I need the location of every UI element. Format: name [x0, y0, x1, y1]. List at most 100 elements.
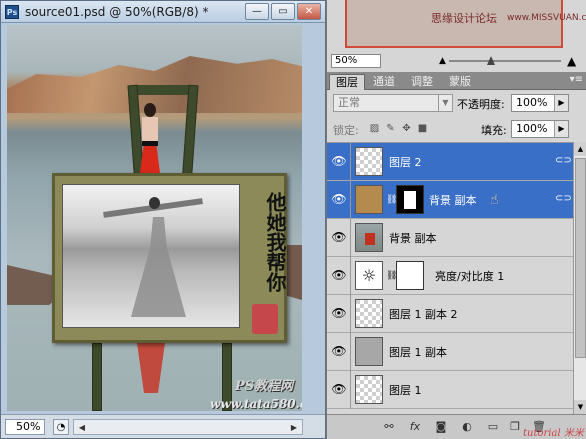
status-info-icon[interactable]: ◔ — [53, 419, 69, 435]
fill-label: 填充: — [481, 124, 507, 137]
eye-icon[interactable]: 👁 — [331, 192, 347, 206]
navigator-watermark: 思缘设计论坛 — [431, 12, 497, 25]
picture-frame: 他她我帮你 — [52, 173, 287, 343]
layer-thumbnail — [355, 299, 383, 328]
layer-name: 背景 副本 — [429, 194, 477, 207]
blend-row: 正常 ▼ 不透明度: 100% ▶ — [327, 92, 586, 114]
image-canvas[interactable]: 他她我帮你 PS教程网 www.tata580.com — [7, 25, 302, 411]
fx-icon[interactable]: fx — [407, 420, 423, 434]
panel-menu-icon[interactable]: ▾≡ — [570, 74, 583, 85]
zoom-field[interactable]: 50% — [5, 419, 45, 435]
restore-button[interactable]: ▭ — [271, 3, 295, 20]
right-panel: 思缘设计论坛 www.MISSVUAN.com 50% ▲ ▲ 图层 通道 调整… — [326, 0, 586, 439]
watermark-url: www.tata580.com — [210, 397, 302, 411]
fill-field[interactable]: 100% ▶ — [511, 120, 569, 138]
link-layers-icon[interactable]: ⚯ — [381, 420, 397, 434]
eye-icon[interactable]: 👁 — [331, 230, 347, 244]
tab-adjustments[interactable]: 调整 — [405, 74, 439, 90]
easel-leg-bottom-left — [92, 343, 102, 411]
layer-name: 图层 2 — [389, 156, 422, 169]
navigator-zoom-row: 50% ▲ ▲ — [327, 52, 586, 70]
layer-row[interactable]: 👁 图层 1 — [327, 371, 573, 409]
layer-thumbnail — [355, 185, 383, 214]
layer-thumbnail — [355, 147, 383, 176]
layer-row[interactable]: 👁 ☼ ⛓ 亮度/对比度 1 — [327, 257, 573, 295]
eye-icon[interactable]: 👁 — [331, 344, 347, 358]
layer-name: 图层 1 副本 2 — [389, 308, 458, 321]
layer-row[interactable]: 👁 背景 副本 — [327, 219, 573, 257]
scroll-right-icon[interactable]: ▶ — [286, 420, 302, 434]
lock-transparency-icon[interactable]: ▨ — [369, 123, 380, 134]
document-titlebar[interactable]: Ps source01.psd @ 50%(RGB/8) * — ▭ ✕ — [1, 1, 325, 23]
eye-icon[interactable]: 👁 — [331, 306, 347, 320]
adjustment-layer-icon[interactable]: ◐ — [459, 420, 475, 434]
scroll-thumb[interactable] — [575, 158, 586, 358]
lock-all-icon[interactable]: ■ — [417, 123, 428, 134]
horizontal-scrollbar[interactable]: ◀ ▶ — [73, 419, 303, 435]
close-button[interactable]: ✕ — [297, 3, 321, 20]
layers-bottom-toolbar: ⚯ fx ◙ ◐ ▭ ❐ 🗑 tutorial 米米 — [327, 414, 586, 439]
blend-mode-select[interactable]: 正常 ▼ — [333, 94, 453, 112]
layer-row[interactable]: 👁 图层 2 ⊂⊃ — [327, 143, 573, 181]
lock-row: 锁定: ▨ ✎ ✥ ■ 填充: 100% ▶ — [327, 118, 586, 140]
lock-move-icon[interactable]: ✥ — [401, 123, 412, 134]
zoom-slider[interactable] — [449, 60, 561, 62]
layer-row[interactable]: 👁 图层 1 副本 — [327, 333, 573, 371]
layer-mask-thumbnail[interactable] — [396, 261, 424, 290]
easel-top-bar — [134, 85, 194, 95]
scroll-up-icon[interactable]: ▲ — [574, 142, 586, 156]
link-icon: ⊂⊃ — [555, 193, 572, 204]
bottom-watermark: tutorial 米米 — [523, 428, 584, 439]
tab-layers[interactable]: 图层 — [329, 74, 365, 90]
layer-mask-thumbnail[interactable] — [396, 185, 424, 214]
eye-icon[interactable]: 👁 — [331, 268, 347, 282]
document-window: Ps source01.psd @ 50%(RGB/8) * — ▭ ✕ 他她我… — [0, 0, 326, 439]
red-dress-reflection — [137, 343, 165, 393]
layer-name: 图层 1 副本 — [389, 346, 447, 359]
layers-list: 👁 图层 2 ⊂⊃ 👁 ⛓ 背景 副本 ☝ ⊂⊃ 👁 背景 副本 👁 ☼ ⛓ 亮… — [327, 142, 573, 414]
layer-thumbnail — [355, 375, 383, 404]
group-folder-icon[interactable]: ▭ — [485, 420, 501, 434]
minimize-button[interactable]: — — [245, 3, 269, 20]
chevron-down-icon: ▼ — [438, 95, 452, 111]
navigator-thumbnail[interactable]: 思缘设计论坛 www.MISSVUAN.com — [345, 0, 586, 48]
photoshop-icon: Ps — [5, 5, 19, 19]
blend-mode-value: 正常 — [338, 96, 360, 109]
opacity-field[interactable]: 100% ▶ — [511, 94, 569, 112]
scroll-left-icon[interactable]: ◀ — [74, 420, 90, 434]
mask-chain-icon[interactable]: ⛓ — [386, 270, 397, 282]
eye-icon[interactable]: 👁 — [331, 382, 347, 396]
add-mask-icon[interactable]: ◙ — [433, 420, 449, 434]
layers-panel-tabs: 图层 通道 调整 蒙版 ▾≡ — [327, 72, 586, 90]
lock-paint-icon[interactable]: ✎ — [385, 123, 396, 134]
scroll-down-icon[interactable]: ▼ — [574, 400, 586, 414]
tab-masks[interactable]: 蒙版 — [443, 74, 477, 90]
navigator-watermark-url: www.MISSVUAN.com — [507, 13, 586, 23]
opacity-value: 100% — [516, 96, 548, 109]
layer-thumbnail — [355, 223, 383, 252]
layer-row[interactable]: 👁 图层 1 副本 2 — [327, 295, 573, 333]
layer-name: 背景 副本 — [389, 232, 437, 245]
new-layer-icon[interactable]: ❐ — [507, 420, 523, 434]
layer-thumbnail — [355, 337, 383, 366]
zoom-in-icon[interactable]: ▲ — [567, 54, 576, 68]
lock-label: 锁定: — [333, 124, 359, 137]
document-title: source01.psd @ 50%(RGB/8) * — [25, 5, 209, 19]
brightness-contrast-icon: ☼ — [355, 261, 383, 290]
fill-value: 100% — [516, 122, 548, 135]
red-seal-stamp — [252, 304, 278, 334]
tab-channels[interactable]: 通道 — [367, 74, 401, 90]
document-statusbar: 50% ◔ ◀ ▶ — [1, 414, 325, 438]
layers-vertical-scrollbar[interactable]: ▲ ▼ — [573, 142, 586, 414]
fill-arrow-icon[interactable]: ▶ — [554, 121, 568, 137]
hand-cursor-icon: ☝ — [490, 192, 499, 208]
eye-icon[interactable]: 👁 — [331, 154, 347, 168]
mask-chain-icon[interactable]: ⛓ — [386, 194, 397, 206]
opacity-arrow-icon[interactable]: ▶ — [554, 95, 568, 111]
calligraphy-text: 他她我帮你 — [263, 192, 287, 292]
layer-row[interactable]: 👁 ⛓ 背景 副本 ☝ ⊂⊃ — [327, 181, 573, 219]
navigator-zoom-field[interactable]: 50% — [331, 54, 381, 68]
opacity-label: 不透明度: — [457, 98, 505, 111]
zoom-out-icon[interactable]: ▲ — [439, 56, 446, 66]
watermark-ps-jiaocheng: PS教程网 — [235, 379, 294, 394]
